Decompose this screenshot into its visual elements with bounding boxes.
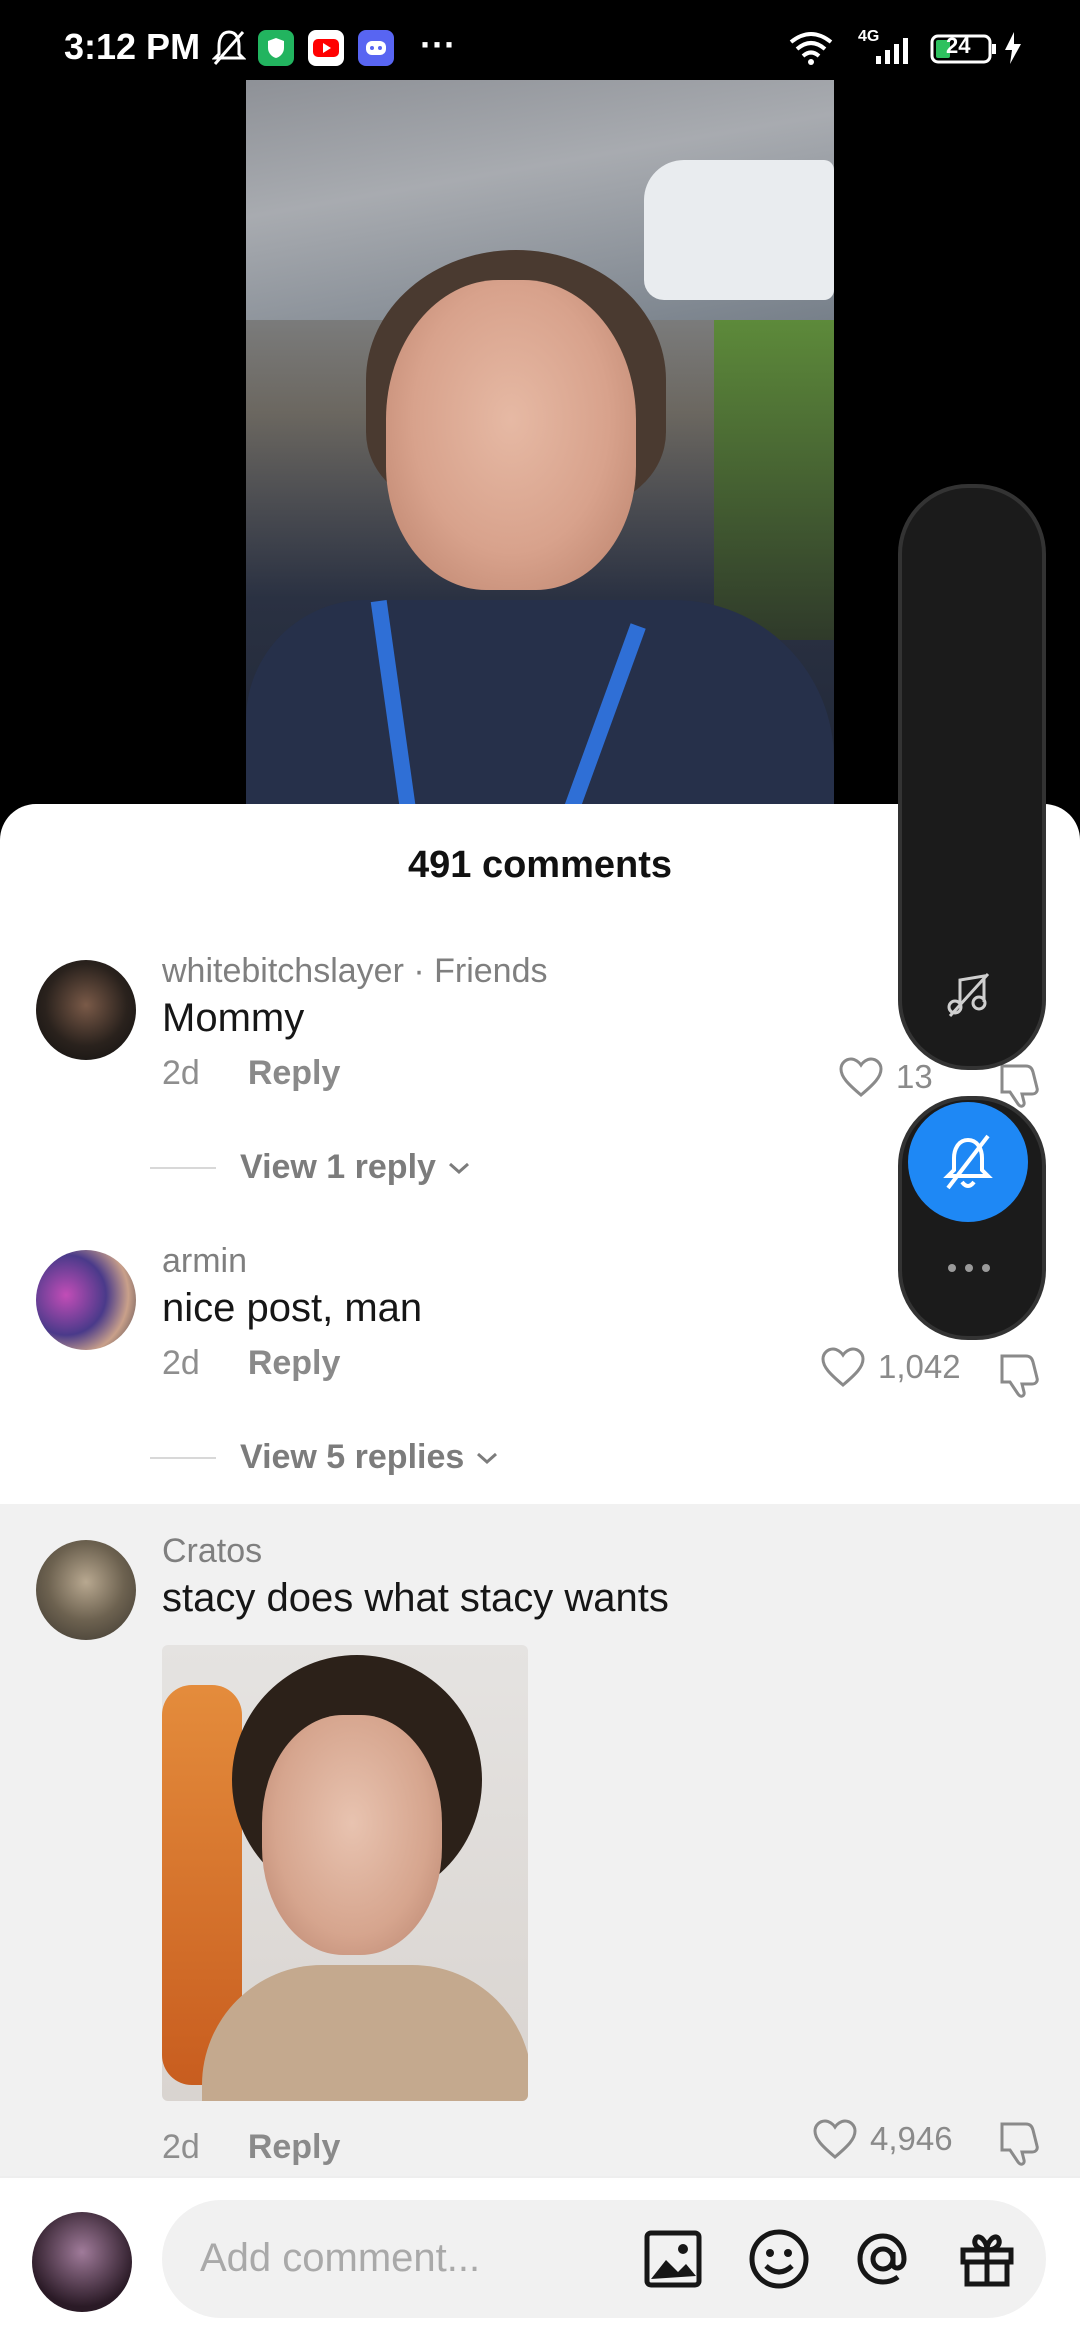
gift-button[interactable] — [952, 2224, 1022, 2294]
music-off-icon[interactable] — [944, 970, 994, 1025]
youtube-app-icon — [308, 30, 344, 71]
status-time: 3:12 PM — [64, 26, 201, 67]
heart-icon — [839, 1057, 883, 1097]
shield-app-icon — [258, 30, 294, 71]
comment-text: stacy does what stacy wants — [162, 1576, 669, 1620]
video-face — [386, 280, 636, 590]
like-button[interactable]: 13 — [838, 1056, 933, 1098]
image-picker-button[interactable] — [638, 2224, 708, 2294]
divider-line — [150, 1456, 216, 1459]
divider-line — [150, 1166, 216, 1169]
image-face — [262, 1715, 442, 1955]
comment-input-placeholder: Add comment... — [200, 2236, 481, 2280]
reply-button[interactable]: Reply — [248, 1054, 341, 1092]
dislike-button[interactable] — [996, 1350, 1046, 1400]
reply-button[interactable]: Reply — [248, 1344, 341, 1382]
avatar[interactable] — [36, 1540, 136, 1640]
comment-text: Mommy — [162, 996, 305, 1040]
chevron-down-icon — [477, 1452, 498, 1464]
like-button[interactable]: 1,042 — [820, 1346, 961, 1388]
like-count: 1,042 — [878, 1348, 961, 1385]
more-notifications-icon: ··· — [420, 24, 456, 65]
heart-icon — [821, 1347, 865, 1387]
view-replies-label: View 5 replies — [240, 1438, 465, 1476]
emoji-button[interactable] — [744, 2224, 814, 2294]
bell-off-icon — [943, 1134, 993, 1190]
floating-sound-panel — [898, 484, 1046, 1070]
wifi-icon — [788, 30, 834, 71]
view-replies-link[interactable]: View 5 replies — [150, 1438, 502, 1477]
comment-time: 2d — [162, 1344, 200, 1382]
comment-input[interactable]: Add comment... — [162, 2200, 1046, 2318]
thumbs-down-icon — [1000, 2122, 1039, 2166]
like-count: 13 — [896, 1058, 933, 1095]
image-icon — [644, 2230, 702, 2288]
avatar[interactable] — [36, 1250, 136, 1350]
gift-icon — [960, 2234, 1014, 2287]
mention-button[interactable] — [848, 2224, 918, 2294]
comment-username[interactable]: armin — [162, 1242, 247, 1281]
like-count: 4,946 — [870, 2120, 953, 2157]
battery-level: 24 — [946, 33, 971, 58]
comment-text: nice post, man — [162, 1286, 423, 1330]
comment-meta: 2d Reply — [162, 1344, 340, 1383]
video-grass — [714, 320, 834, 640]
thumbs-down-icon — [1000, 1354, 1039, 1398]
bell-off-button[interactable] — [908, 1102, 1028, 1222]
mention-icon — [857, 2233, 907, 2285]
more-icon[interactable] — [944, 1260, 994, 1281]
comment-meta: 2d Reply — [162, 1054, 340, 1093]
view-replies-link[interactable]: View 1 reply — [150, 1148, 474, 1187]
video-player[interactable] — [246, 80, 834, 820]
mute-icon — [211, 28, 247, 73]
view-replies-label: View 1 reply — [240, 1148, 436, 1186]
like-button[interactable]: 4,946 — [812, 2118, 953, 2160]
reply-button[interactable]: Reply — [248, 2128, 341, 2166]
comment-time: 2d — [162, 2128, 200, 2166]
comment-username[interactable]: Cratos — [162, 1532, 262, 1571]
my-avatar[interactable] — [32, 2212, 132, 2312]
charging-icon — [1002, 30, 1024, 71]
image-sweater — [202, 1965, 528, 2101]
comment-time: 2d — [162, 1054, 200, 1092]
signal-icon — [874, 36, 914, 71]
chevron-down-icon — [448, 1162, 469, 1174]
dislike-button[interactable] — [996, 2118, 1046, 2168]
discord-app-icon — [358, 30, 394, 71]
heart-icon — [813, 2119, 857, 2159]
emoji-icon — [749, 2229, 809, 2289]
comment-image[interactable] — [162, 1645, 528, 2101]
video-jacket — [246, 600, 834, 820]
avatar[interactable] — [36, 960, 136, 1060]
video-car — [644, 160, 834, 300]
comment-meta: 2d Reply — [162, 2128, 340, 2167]
comment-username[interactable]: whitebitchslayer · Friends — [162, 952, 547, 991]
